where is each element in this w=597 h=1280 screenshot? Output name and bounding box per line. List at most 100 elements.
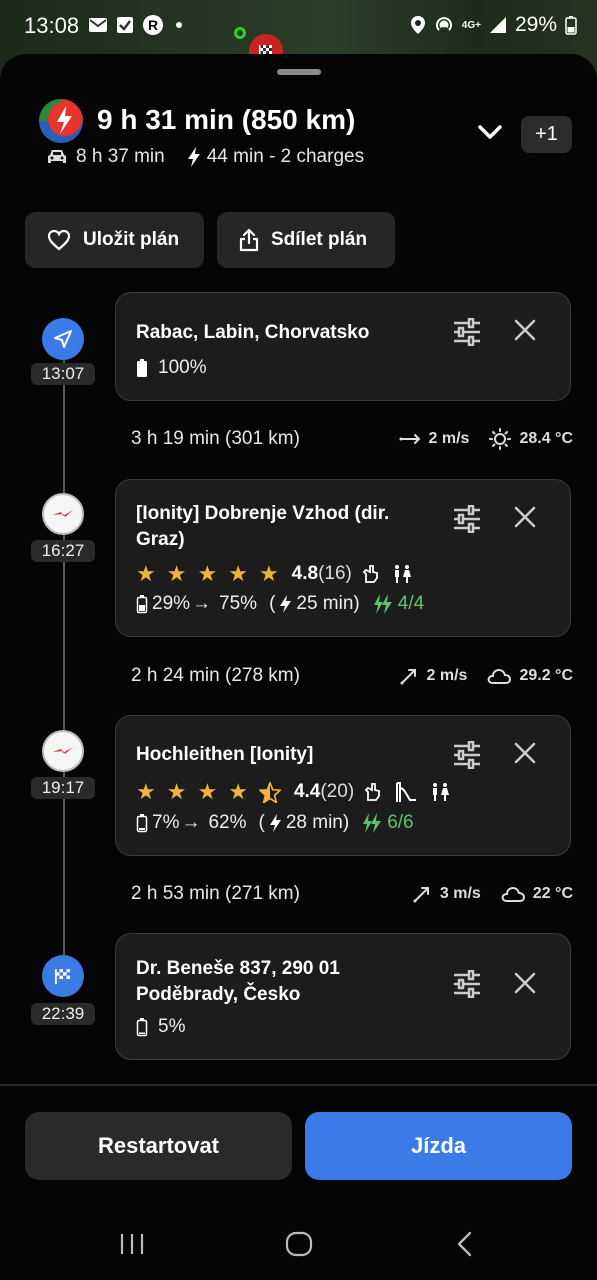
restroom-icon — [433, 783, 450, 801]
star-icon: ★ — [228, 561, 248, 586]
soc-to: 75% — [219, 593, 258, 614]
stop-time: 19:17 — [31, 777, 95, 799]
rating-row: ★ ★ ★ ★ ★ 4.8 (16) — [136, 561, 412, 587]
star-icon: ★ — [136, 779, 156, 804]
stop-time: 13:07 — [31, 363, 95, 385]
system-nav-bar — [0, 1218, 597, 1278]
car-icon — [48, 150, 66, 163]
available-chargers: 4/4 — [397, 593, 425, 614]
segment-wind: 2 m/s — [426, 667, 468, 684]
arrival-battery: 5% — [158, 1016, 186, 1037]
stop-name: [Ionity] Dobrenje Vzhod (dir. Graz) — [136, 503, 390, 550]
segment-duration: 2 h 24 min (278 km) — [131, 665, 300, 686]
hotspot-icon — [435, 17, 452, 31]
battery-charge-icon — [136, 814, 148, 833]
stop-name: Dr. Beneše 837, 290 01 Poděbrady, Česko — [136, 958, 340, 1005]
wind-direction-icon — [400, 669, 416, 685]
stop-card[interactable]: Hochleithen [Ionity] ★ ★ ★ ★ 4.4 (20) 7%… — [115, 715, 571, 856]
segment-temp: 22 °C — [532, 885, 573, 902]
battery-row: 100% — [136, 357, 207, 379]
stop-card[interactable]: Rabac, Labin, Chorvatsko 100% — [115, 292, 571, 401]
charge-row: 7% → 62% ( 28 min ) 6/6 — [136, 812, 414, 834]
battery-row: 5% — [136, 1016, 185, 1038]
drag-handle[interactable] — [277, 69, 321, 75]
battery-icon — [565, 16, 577, 35]
share-plan-button[interactable]: Sdílet plán — [217, 212, 395, 268]
timeline-line — [63, 330, 65, 970]
trip-breakdown: 8 h 37 min 44 min - 2 charges — [46, 146, 364, 168]
charge-duration: 25 min — [296, 593, 354, 614]
review-count: (20) — [320, 781, 355, 802]
star-icon: ★ — [228, 779, 248, 804]
star-icon: ★ — [258, 561, 279, 586]
segment-temp: 29.2 °C — [519, 667, 573, 684]
app-r-icon: R — [143, 15, 163, 35]
back-icon[interactable] — [455, 1231, 475, 1257]
start-node — [42, 318, 84, 360]
close-icon[interactable] — [513, 505, 537, 529]
tune-icon[interactable] — [452, 318, 482, 346]
battery-percent: 29% — [514, 13, 557, 36]
divider — [0, 1084, 597, 1086]
drive-button[interactable]: Jízda — [305, 1112, 572, 1180]
double-bolt-icon — [363, 813, 382, 833]
close-icon[interactable] — [513, 971, 537, 995]
chevron-down-icon[interactable] — [475, 120, 505, 144]
wind-direction-icon — [413, 887, 429, 903]
drive-time: 8 h 37 min — [76, 146, 165, 167]
charger-node — [42, 493, 84, 535]
paren-close: ) — [353, 593, 360, 614]
home-icon[interactable] — [285, 1231, 313, 1257]
stop-time: 22:39 — [31, 1003, 95, 1025]
close-icon[interactable] — [513, 741, 537, 765]
checkered-flag-icon — [55, 969, 70, 984]
svg-text:R: R — [148, 17, 158, 33]
arrival-battery: 100% — [158, 357, 207, 378]
star-icon: ★ — [166, 779, 187, 804]
battery-charge-icon — [136, 595, 148, 614]
share-plan-label: Sdílet plán — [271, 229, 368, 250]
segment-temp: 28.4 °C — [519, 430, 573, 447]
destination-node — [42, 955, 84, 997]
check-mail-icon — [117, 17, 133, 33]
charge-time: 44 min - 2 charges — [206, 146, 365, 167]
status-time: 13:08 — [24, 13, 80, 38]
notification-dot-icon — [176, 22, 182, 28]
star-icon: ★ — [166, 561, 187, 586]
save-plan-button[interactable]: Uložit plán — [25, 212, 204, 268]
segment-duration: 3 h 19 min (301 km) — [131, 428, 300, 449]
paren-close: ) — [342, 812, 350, 833]
recent-apps-icon[interactable] — [118, 1232, 146, 1256]
ionity-logo-icon — [53, 747, 73, 754]
add-vehicle-badge[interactable]: +1 — [521, 116, 572, 153]
paren-open: ( — [269, 593, 276, 614]
stop-card[interactable]: [Ionity] Dobrenje Vzhod (dir. Graz) ★ ★ … — [115, 479, 571, 637]
soc-from: 7% — [152, 812, 180, 833]
stop-time: 16:27 — [31, 540, 95, 562]
bolt-icon — [269, 814, 281, 832]
save-plan-label: Uložit plán — [83, 229, 180, 250]
restart-button[interactable]: Restartovat — [25, 1112, 292, 1180]
signal-icon — [489, 17, 506, 33]
route-segment: 2 h 24 min (278 km) 2 m/s 29.2 °C — [131, 665, 573, 687]
tune-icon[interactable] — [452, 505, 482, 533]
close-icon[interactable] — [513, 318, 537, 342]
network-label: 4G+ — [461, 19, 481, 31]
soc-from: 29% — [152, 593, 191, 614]
route-segment: 3 h 19 min (301 km) 2 m/s 28.4 °C — [131, 428, 573, 450]
paren-open: ( — [258, 812, 265, 833]
charge-row: 29% → 75% ( 25 min ) 4/4 — [136, 593, 424, 615]
share-icon — [239, 228, 259, 252]
rating-value: 4.4 — [293, 781, 321, 802]
tune-icon[interactable] — [452, 970, 482, 998]
star-icon: ★ — [197, 779, 218, 804]
wind-direction-icon — [399, 434, 420, 444]
tune-icon[interactable] — [452, 741, 482, 769]
bolt-icon — [280, 595, 292, 613]
soc-to: 62% — [208, 812, 247, 833]
ionity-logo-icon — [53, 510, 73, 517]
arrow-icon: → — [181, 812, 201, 833]
stop-card[interactable]: Dr. Beneše 837, 290 01 Poděbrady, Česko … — [115, 933, 571, 1060]
double-bolt-icon — [373, 594, 392, 614]
hand-icon — [364, 783, 381, 801]
